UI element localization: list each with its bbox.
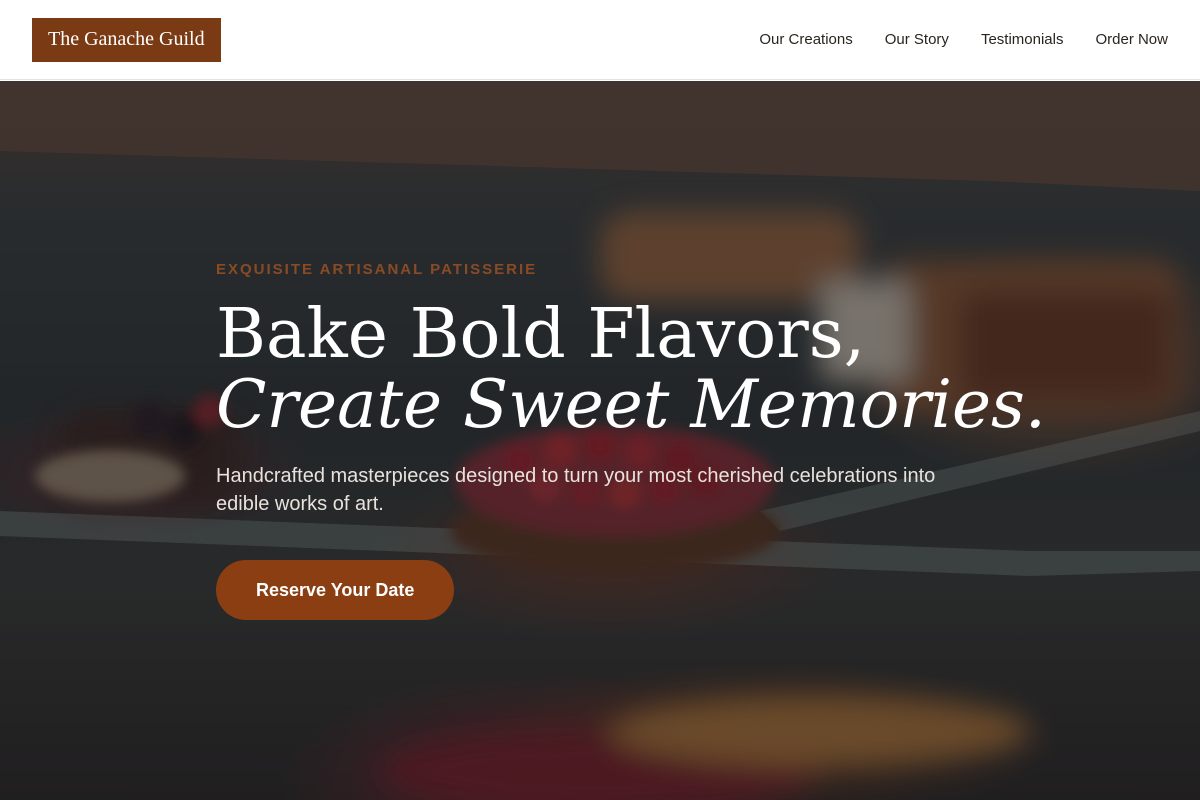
reserve-date-button[interactable]: Reserve Your Date [216, 560, 455, 620]
site-header: The Ganache Guild Our Creations Our Stor… [0, 0, 1200, 80]
brand-logo[interactable]: The Ganache Guild [32, 17, 221, 62]
hero-headline-line2: Create Sweet Memories. [216, 366, 1046, 443]
hero-subtext: Handcrafted masterpieces designed to tur… [216, 465, 936, 515]
hero-content: EXQUISITE ARTISANAL PATISSERIE Bake Bold… [216, 261, 1046, 620]
hero-headline-line1: Bake Bold Flavors, [216, 295, 866, 374]
main-nav: Our Creations Our Story Testimonials Ord… [759, 31, 1168, 48]
hero-eyebrow: EXQUISITE ARTISANAL PATISSERIE [216, 261, 538, 278]
hero-headline: Bake Bold Flavors, Create Sweet Memories… [216, 295, 1046, 443]
nav-link-order-now[interactable]: Order Now [1095, 31, 1168, 48]
nav-link-our-creations[interactable]: Our Creations [759, 31, 852, 48]
hero-section: EXQUISITE ARTISANAL PATISSERIE Bake Bold… [0, 81, 1200, 800]
nav-link-testimonials[interactable]: Testimonials [981, 31, 1064, 48]
nav-link-our-story[interactable]: Our Story [885, 31, 949, 48]
